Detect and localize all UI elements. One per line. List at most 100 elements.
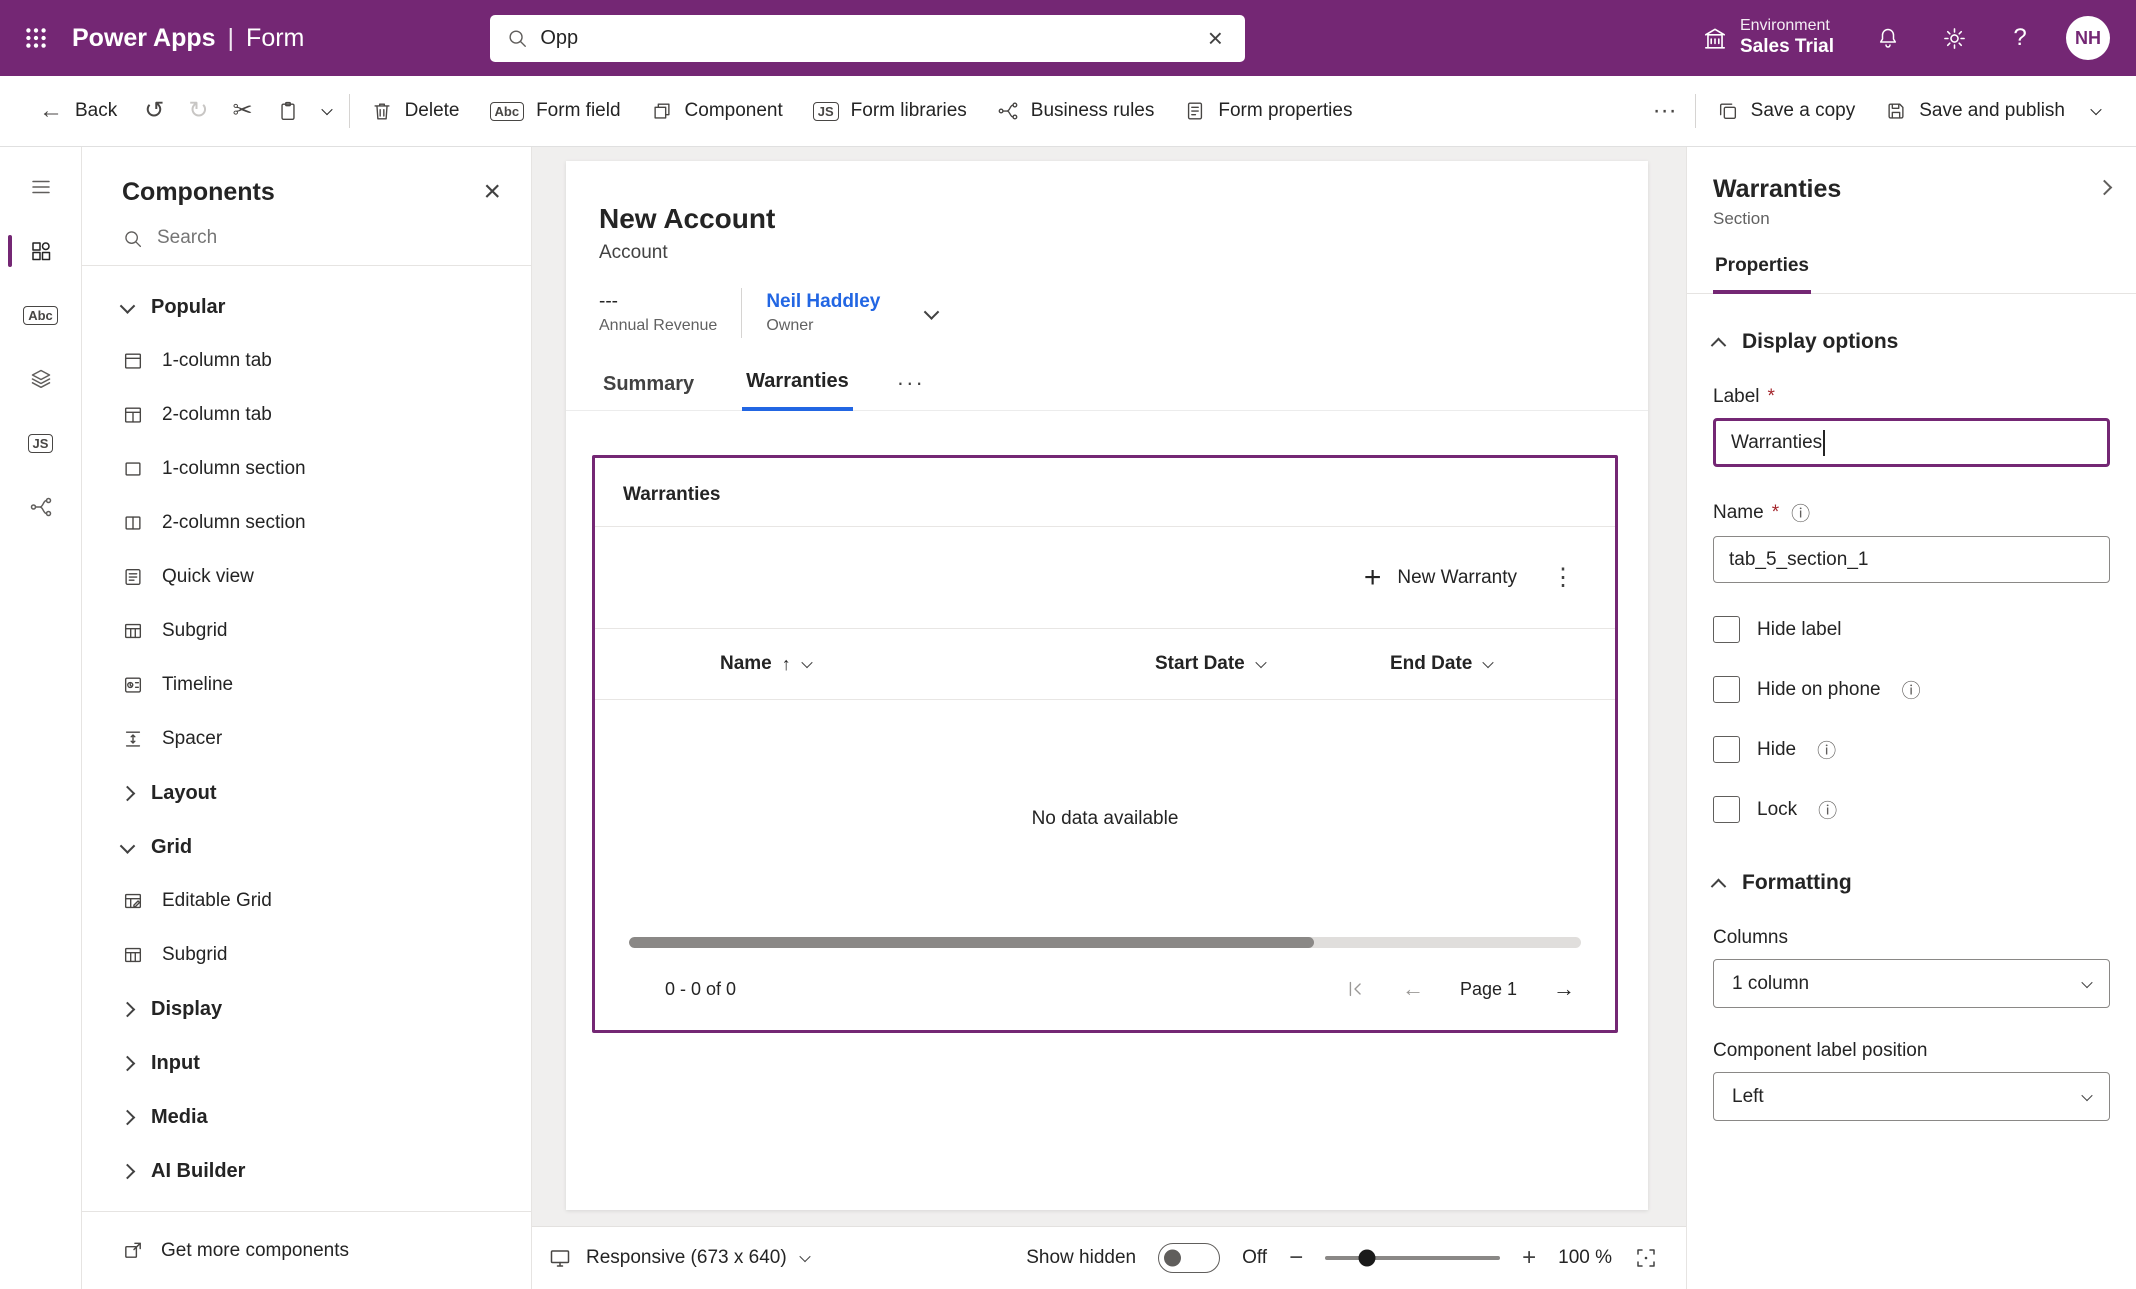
rail-fields-icon[interactable]: Abc <box>0 283 81 347</box>
horizontal-scrollbar[interactable] <box>629 937 1581 948</box>
zoom-out-icon[interactable]: − <box>1289 1244 1303 1272</box>
cut-button[interactable]: ✂ <box>220 81 264 141</box>
rail-form-libraries-icon[interactable]: JS <box>0 411 81 475</box>
get-more-components-button[interactable]: Get more components <box>82 1211 531 1289</box>
zoom-in-icon[interactable]: + <box>1522 1244 1536 1272</box>
component-item-1-column-section[interactable]: 1-column section <box>82 442 531 496</box>
owner-value-link[interactable]: Neil Haddley <box>766 291 880 313</box>
global-search-input[interactable] <box>540 27 1195 50</box>
component-item-grid-subgrid[interactable]: Subgrid <box>82 928 531 982</box>
group-ai-builder[interactable]: AI Builder <box>82 1144 531 1198</box>
component-item-subgrid[interactable]: Subgrid <box>82 604 531 658</box>
zoom-slider[interactable] <box>1325 1256 1500 1260</box>
group-input[interactable]: Input <box>82 1036 531 1090</box>
brand-name[interactable]: Power Apps <box>72 24 216 53</box>
component-item-timeline[interactable]: Timeline <box>82 658 531 712</box>
lock-checkbox-row[interactable]: Lock ⓘ <box>1713 796 2110 823</box>
new-warranty-button[interactable]: + New Warranty <box>1364 563 1517 593</box>
info-icon[interactable]: ⓘ <box>1818 796 1837 823</box>
scrollbar-thumb[interactable] <box>629 937 1314 948</box>
group-popular[interactable]: Popular <box>82 280 531 334</box>
menu-hamburger-icon[interactable] <box>0 155 81 219</box>
column-header-name[interactable]: Name ↑ <box>595 653 1155 675</box>
checkbox-unchecked[interactable] <box>1713 616 1740 643</box>
name-input[interactable] <box>1713 536 2110 583</box>
back-button[interactable]: ← Back <box>24 81 132 141</box>
component-item-2-column-section[interactable]: 2-column section <box>82 496 531 550</box>
checkbox-unchecked[interactable] <box>1713 796 1740 823</box>
fit-to-screen-icon[interactable] <box>1634 1246 1658 1270</box>
formatting-section-header[interactable]: Formatting <box>1713 871 2110 895</box>
hide-label-checkbox-row[interactable]: Hide label <box>1713 616 2110 643</box>
global-search[interactable]: × <box>490 15 1245 62</box>
tab-warranties[interactable]: Warranties <box>742 370 853 411</box>
header-flyout-chevron-icon[interactable] <box>924 304 940 320</box>
group-layout[interactable]: Layout <box>82 766 531 820</box>
checkbox-unchecked[interactable] <box>1713 736 1740 763</box>
redo-button[interactable]: ↻ <box>176 81 220 141</box>
account-avatar[interactable]: NH <box>2066 16 2110 60</box>
component-item-spacer[interactable]: Spacer <box>82 712 531 766</box>
save-menu-button[interactable] <box>2080 81 2112 141</box>
help-icon[interactable]: ? <box>1992 10 2048 66</box>
form-properties-button[interactable]: Form properties <box>1169 81 1367 141</box>
components-search[interactable] <box>82 213 531 266</box>
info-icon[interactable]: ⓘ <box>1902 676 1921 703</box>
group-display[interactable]: Display <box>82 982 531 1036</box>
save-copy-button[interactable]: Save a copy <box>1702 81 1871 141</box>
clear-search-icon[interactable]: × <box>1195 18 1235 58</box>
component-button[interactable]: Component <box>636 81 798 141</box>
info-icon[interactable]: ⓘ <box>1817 736 1836 763</box>
component-item-2-column-tab[interactable]: 2-column tab <box>82 388 531 442</box>
business-rules-button[interactable]: Business rules <box>982 81 1170 141</box>
notifications-icon[interactable] <box>1860 10 1916 66</box>
next-page-icon[interactable]: → <box>1553 976 1575 1002</box>
delete-button[interactable]: Delete <box>356 81 475 141</box>
tab-properties[interactable]: Properties <box>1713 255 1811 294</box>
tab-overflow-icon[interactable]: ··· <box>897 370 925 410</box>
checkbox-unchecked[interactable] <box>1713 676 1740 703</box>
tab-summary[interactable]: Summary <box>599 373 698 410</box>
rail-business-rules-icon[interactable] <box>0 475 81 539</box>
save-and-publish-button[interactable]: Save and publish <box>1870 81 2080 141</box>
app-launcher-icon[interactable] <box>0 0 72 76</box>
environment-name: Sales Trial <box>1740 36 1834 59</box>
columns-dropdown[interactable]: 1 column <box>1713 959 2110 1008</box>
component-item-1-column-tab[interactable]: 1-column tab <box>82 334 531 388</box>
chevron-right-icon <box>120 1109 136 1125</box>
group-grid[interactable]: Grid <box>82 820 531 874</box>
preview-size-selector[interactable]: Responsive (673 x 640) <box>548 1246 809 1270</box>
settings-gear-icon[interactable] <box>1926 10 1982 66</box>
component-item-quick-view[interactable]: Quick view <box>82 550 531 604</box>
info-icon[interactable]: ⓘ <box>1791 499 1810 526</box>
hide-on-phone-checkbox-row[interactable]: Hide on phone ⓘ <box>1713 676 2110 703</box>
chevron-up-icon <box>1711 878 1727 894</box>
undo-button[interactable]: ↺ <box>132 81 176 141</box>
plus-icon: + <box>1364 563 1382 593</box>
components-search-input[interactable] <box>157 227 501 249</box>
subgrid-more-icon[interactable]: ⋮ <box>1551 563 1575 592</box>
previous-page-icon[interactable]: ← <box>1402 976 1424 1002</box>
paste-button[interactable] <box>265 81 311 141</box>
form-libraries-button[interactable]: JS Form libraries <box>798 81 982 141</box>
column-header-start-date[interactable]: Start Date <box>1155 653 1390 675</box>
rail-tree-view-icon[interactable] <box>0 347 81 411</box>
clipboard-menu-button[interactable] <box>311 81 343 141</box>
selected-section-warranties[interactable]: Warranties + New Warranty ⋮ Name ↑ <box>592 455 1618 1033</box>
zoom-slider-thumb[interactable] <box>1359 1250 1376 1267</box>
environment-picker[interactable]: Environment Sales Trial <box>1686 0 1850 76</box>
column-header-end-date[interactable]: End Date <box>1390 653 1615 675</box>
first-page-icon[interactable] <box>1344 978 1366 1000</box>
close-panel-icon[interactable]: × <box>483 177 501 207</box>
show-hidden-toggle[interactable] <box>1158 1243 1220 1273</box>
rail-components-icon[interactable] <box>0 219 81 283</box>
form-field-button[interactable]: Abc Form field <box>475 81 636 141</box>
component-label-position-dropdown[interactable]: Left <box>1713 1072 2110 1121</box>
more-commands-button[interactable]: ··· <box>1641 81 1689 141</box>
hide-checkbox-row[interactable]: Hide ⓘ <box>1713 736 2110 763</box>
label-input[interactable]: Warranties <box>1713 418 2110 467</box>
group-media[interactable]: Media <box>82 1090 531 1144</box>
component-item-editable-grid[interactable]: Editable Grid <box>82 874 531 928</box>
display-options-section-header[interactable]: Display options <box>1713 330 2110 354</box>
collapse-panel-chevron-icon[interactable] <box>2099 175 2110 196</box>
